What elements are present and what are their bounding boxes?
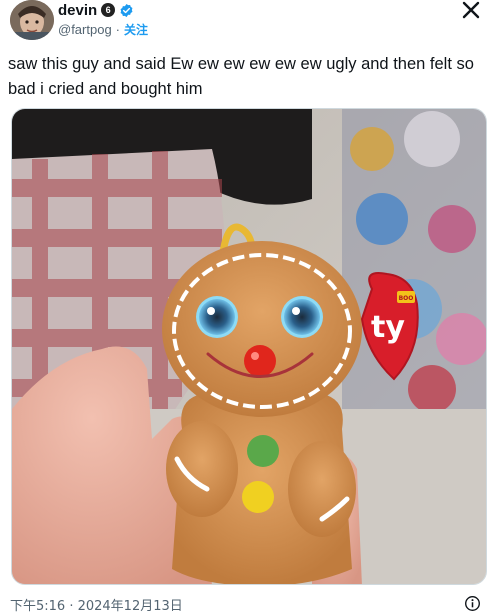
- timestamp[interactable]: 下午5:16 · 2024年12月13日: [10, 595, 183, 614]
- verified-check-icon: [120, 3, 133, 17]
- ty-tag-small-text: BOO: [399, 295, 414, 302]
- tweet-header: devin 6 @fartpog · 关注: [8, 0, 483, 44]
- info-icon[interactable]: [464, 595, 481, 612]
- profile-badge-icon: 6: [101, 3, 116, 17]
- close-x-icon[interactable]: [461, 0, 481, 20]
- tweet-footer: 下午5:16 · 2024年12月13日: [10, 595, 485, 614]
- ty-tag-text: ty: [371, 310, 405, 345]
- display-name[interactable]: devin: [58, 2, 97, 19]
- tweet-text: saw this guy and said Ew ew ew ew ew ew …: [8, 55, 474, 98]
- separator-dot: ·: [115, 21, 121, 37]
- tweet-photo[interactable]: ty BOO: [11, 108, 487, 585]
- follow-button[interactable]: 关注: [124, 21, 148, 38]
- avatar[interactable]: [10, 0, 54, 40]
- author-handle[interactable]: @fartpog: [58, 22, 112, 37]
